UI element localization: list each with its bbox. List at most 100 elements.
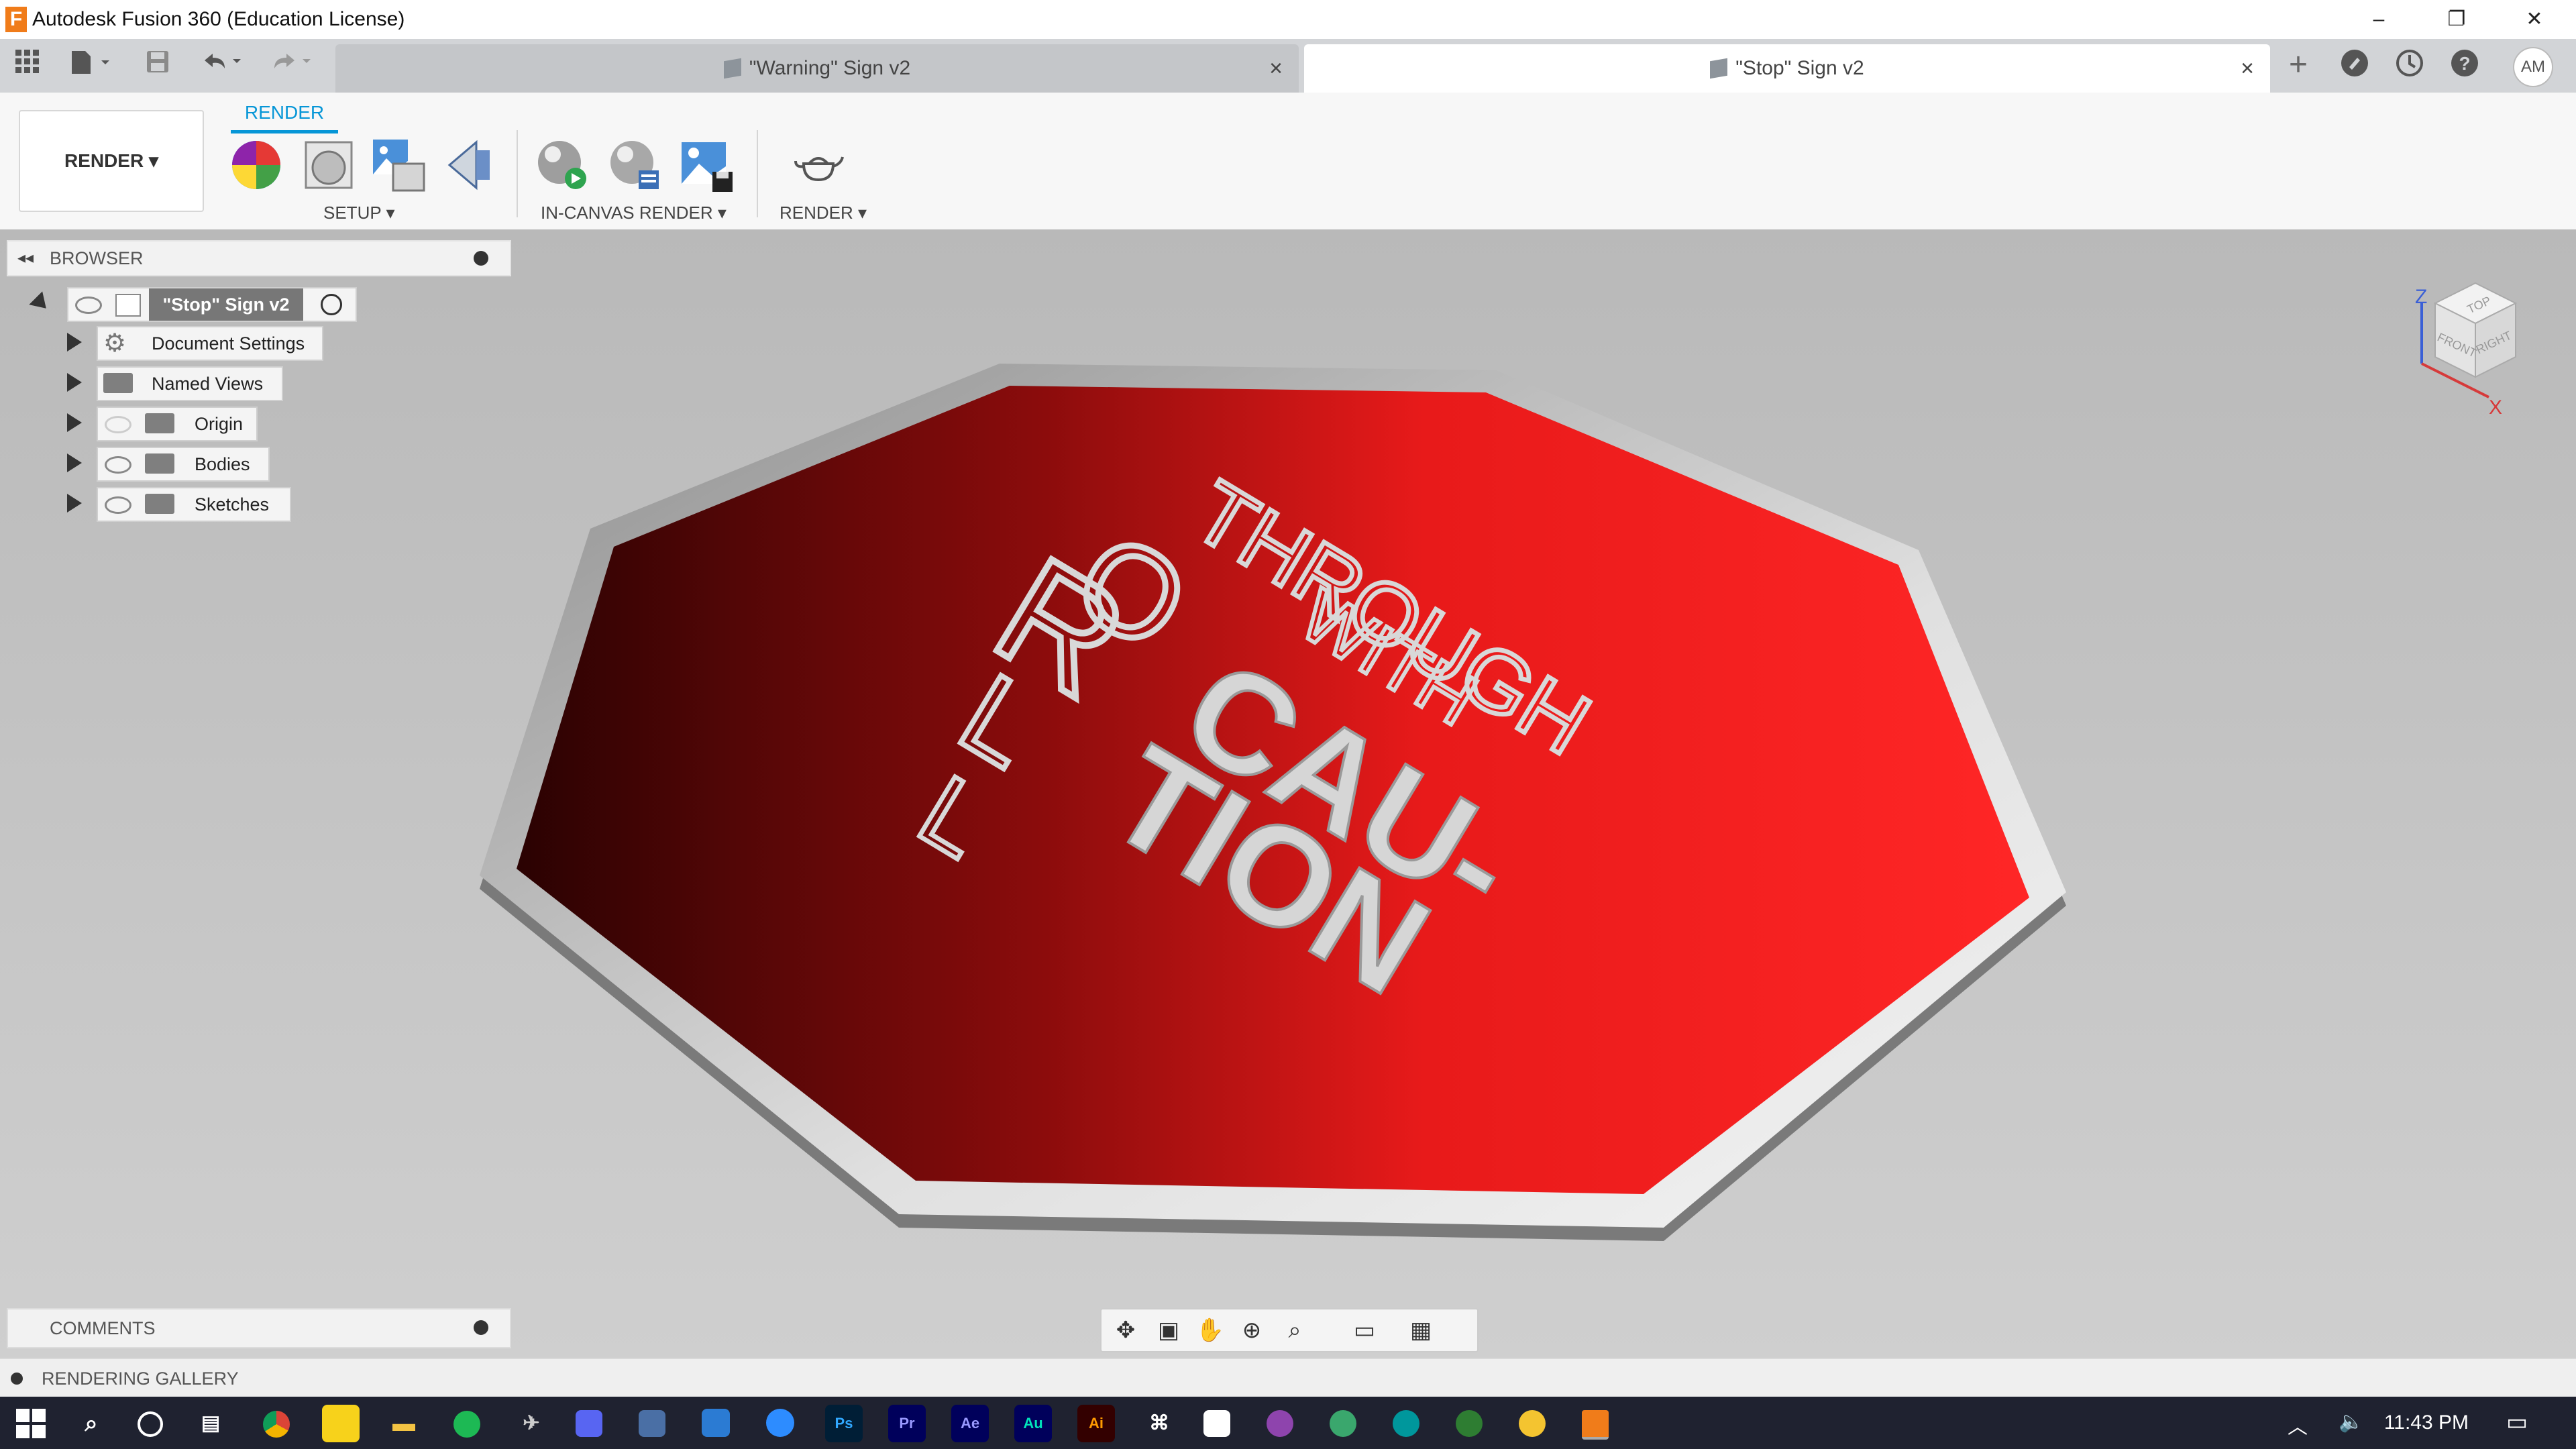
cortana-icon[interactable] [131, 1405, 169, 1442]
orbit-icon[interactable]: ✥ [1107, 1316, 1144, 1344]
file-explorer-icon[interactable]: ▬ [385, 1405, 423, 1442]
close-tab-button[interactable]: × [1269, 44, 1283, 93]
add-comment-icon[interactable] [474, 1320, 488, 1335]
fusion-logo-icon: F [5, 7, 27, 32]
close-window-button[interactable]: ✕ [2496, 0, 2573, 39]
redo-icon[interactable] [264, 48, 318, 82]
discord-icon[interactable] [576, 1410, 602, 1437]
browser-panel-header[interactable]: ◂◂ BROWSER [7, 240, 511, 276]
display-settings-icon[interactable]: ▭ [1346, 1316, 1383, 1344]
audition-icon[interactable]: Au [1014, 1405, 1052, 1442]
app-icon[interactable] [1330, 1410, 1356, 1437]
browser-item-sketches[interactable]: Sketches [97, 487, 291, 522]
app-icon[interactable] [702, 1409, 730, 1437]
tab-label: "Warning" Sign v2 [749, 57, 911, 79]
expand-document-settings-icon[interactable] [67, 333, 82, 352]
after-effects-icon[interactable]: Ae [951, 1405, 989, 1442]
fit-zoom-icon[interactable]: ⌕ [1276, 1316, 1313, 1344]
gallery-expand-icon[interactable] [11, 1373, 23, 1385]
github-icon[interactable] [1267, 1410, 1293, 1437]
grid-settings-icon[interactable]: ▦ [1402, 1316, 1440, 1344]
render-teapot-icon[interactable] [790, 137, 847, 193]
expand-origin-icon[interactable] [67, 413, 82, 432]
comments-panel[interactable]: COMMENTS [7, 1308, 511, 1348]
minimize-button[interactable]: – [2340, 0, 2418, 39]
tab-bar: "Warning" Sign v2 × "Stop" Sign v2 × + ?… [0, 39, 2576, 93]
activate-radio-icon[interactable] [321, 294, 342, 315]
tray-chevron-icon[interactable]: ︿ [2288, 1410, 2308, 1440]
in-canvas-render-icon[interactable] [534, 137, 590, 193]
tab-render[interactable]: RENDER [231, 99, 338, 133]
user-avatar[interactable]: AM [2513, 47, 2553, 87]
app-icon[interactable] [1203, 1410, 1230, 1437]
setup-group-label[interactable]: SETUP ▾ [323, 203, 395, 223]
render-group-label[interactable]: RENDER ▾ [780, 203, 867, 223]
browser-root-item[interactable]: "Stop" Sign v2 [67, 287, 357, 322]
gear-icon: ⚙ [103, 329, 127, 358]
app-icon[interactable]: ✈ [513, 1405, 550, 1442]
globe-icon[interactable] [1456, 1410, 1483, 1437]
browser-item-bodies[interactable]: Bodies [97, 447, 270, 482]
in-canvas-settings-icon[interactable] [606, 137, 663, 193]
look-at-icon[interactable]: ▣ [1150, 1316, 1187, 1344]
photoshop-icon[interactable]: Ps [825, 1405, 863, 1442]
viewcube[interactable]: TOP FRONT RIGHT Z X [2395, 263, 2542, 417]
premiere-icon[interactable]: Pr [888, 1405, 926, 1442]
pan-hand-icon[interactable]: ✋ [1191, 1316, 1229, 1344]
close-tab-button[interactable]: × [2241, 44, 2254, 93]
fusion-taskbar-icon[interactable] [1582, 1410, 1609, 1440]
volume-icon[interactable]: 🔈 [2339, 1410, 2363, 1434]
save-icon[interactable] [141, 48, 174, 82]
browser-item-origin[interactable]: Origin [97, 407, 258, 441]
illustrator-icon[interactable]: Ai [1077, 1405, 1115, 1442]
visibility-eye-icon[interactable] [105, 456, 131, 474]
zoom-icon[interactable]: ⊕ [1233, 1316, 1271, 1344]
appearance-icon[interactable] [228, 137, 284, 193]
expand-sketches-icon[interactable] [67, 494, 82, 513]
calculator-icon[interactable] [639, 1410, 665, 1437]
help-icon[interactable]: ? [2445, 48, 2485, 82]
browser-item-named-views[interactable]: Named Views [97, 366, 283, 401]
search-icon[interactable]: ⌕ [72, 1405, 110, 1442]
decal-icon[interactable] [443, 137, 499, 193]
extensions-icon[interactable] [2334, 48, 2375, 82]
sign-model[interactable]: R THROUGH O WITH L CAU- TION L [0, 229, 2576, 1358]
app-icon[interactable] [1519, 1410, 1546, 1437]
spotify-icon[interactable] [448, 1405, 486, 1442]
new-tab-button[interactable]: + [2278, 48, 2318, 82]
texture-map-icon[interactable] [370, 137, 427, 193]
browser-minimize-icon[interactable] [474, 251, 488, 266]
tab-stop-sign[interactable]: "Stop" Sign v2 × [1304, 44, 2270, 93]
rendering-gallery-bar[interactable]: RENDERING GALLERY [0, 1358, 2576, 1398]
apps-grid-icon[interactable] [11, 48, 44, 82]
canvas-viewport[interactable]: R THROUGH O WITH L CAU- TION L TOP FRONT… [0, 229, 2576, 1358]
expand-bodies-icon[interactable] [67, 453, 82, 472]
taskbar-clock[interactable]: 11:43 PM [2384, 1397, 2469, 1449]
browser-item-document-settings[interactable]: ⚙ Document Settings [97, 326, 323, 361]
tab-warning-sign[interactable]: "Warning" Sign v2 × [335, 44, 1299, 93]
component-icon [1710, 58, 1728, 79]
windows-start-icon[interactable] [16, 1409, 46, 1442]
collapse-browser-icon[interactable]: ◂◂ [17, 241, 34, 275]
file-menu-icon[interactable] [64, 48, 118, 82]
undo-icon[interactable] [195, 48, 248, 82]
task-view-icon[interactable]: ▤ [192, 1405, 229, 1442]
scene-settings-icon[interactable] [301, 137, 357, 193]
title-bar: F Autodesk Fusion 360 (Education License… [0, 0, 2576, 39]
arduino-icon[interactable] [1393, 1410, 1419, 1437]
notifications-icon[interactable]: ▭ [2506, 1409, 2528, 1436]
hidden-eye-icon[interactable] [105, 416, 131, 433]
job-status-icon[interactable] [2390, 48, 2430, 82]
folder-icon [145, 494, 174, 514]
workspace-switcher[interactable]: RENDER ▾ [19, 110, 204, 212]
visibility-eye-icon[interactable] [105, 496, 131, 514]
chrome-icon[interactable] [258, 1405, 295, 1442]
capture-image-icon[interactable] [679, 137, 735, 193]
visibility-eye-icon[interactable] [75, 297, 102, 314]
restore-button[interactable]: ❐ [2418, 0, 2496, 39]
in-canvas-render-group-label[interactable]: IN-CANVAS RENDER ▾ [541, 203, 727, 223]
acrobat-icon[interactable]: ⌘ [1140, 1405, 1178, 1442]
expand-named-views-icon[interactable] [67, 373, 82, 392]
zoom-app-icon[interactable] [766, 1409, 794, 1437]
sticky-notes-icon[interactable] [322, 1405, 360, 1442]
